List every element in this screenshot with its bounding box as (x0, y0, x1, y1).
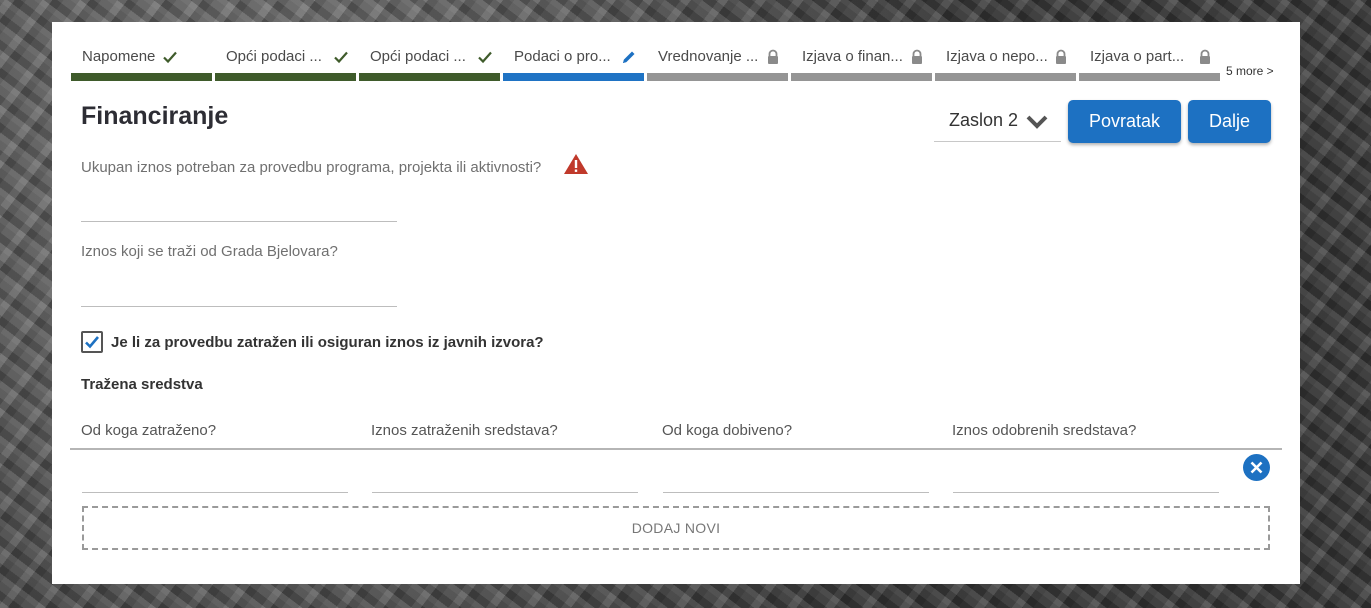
close-icon (1250, 461, 1263, 474)
step-label: Izjava o nepo... (946, 48, 1048, 65)
step-label: Opći podaci ... (226, 48, 322, 65)
wizard-stepper: Napomene Opći podaci ... Opći podaci ...… (71, 45, 1291, 85)
check-icon (478, 51, 492, 64)
step-label: Izjava o part... (1090, 48, 1185, 65)
public-sources-label: Je li za provedbu zatražen ili osiguran … (111, 334, 544, 351)
public-sources-checkbox[interactable] (81, 331, 103, 353)
requested-amount-cell-input[interactable] (372, 492, 638, 493)
warning-icon (564, 154, 588, 174)
remove-row-button[interactable] (1243, 454, 1270, 481)
step-vrednovanje[interactable]: Vrednovanje ... (647, 45, 788, 81)
step-bar (503, 73, 644, 81)
requested-amount-input[interactable] (81, 306, 397, 307)
requested-from-input[interactable] (82, 492, 348, 493)
lock-icon (1200, 49, 1210, 64)
step-napomene[interactable]: Napomene (71, 45, 212, 81)
step-opci-podaci-2[interactable]: Opći podaci ... (359, 45, 500, 81)
screen-select[interactable]: Zaslon 2 (934, 102, 1061, 142)
step-bar (647, 73, 788, 81)
lock-icon (1056, 49, 1066, 64)
step-label: Opći podaci ... (370, 48, 466, 65)
check-icon (334, 51, 348, 64)
next-button[interactable]: Dalje (1188, 100, 1271, 143)
column-header: Od koga dobiveno? (662, 422, 793, 439)
column-header: Od koga zatraženo? (81, 422, 217, 439)
step-bar (935, 73, 1076, 81)
step-label: Podaci o pro... (514, 48, 611, 65)
check-icon (163, 51, 177, 64)
column-header: Iznos zatraženih sredstava? (371, 422, 558, 439)
approved-amount-input[interactable] (953, 492, 1219, 493)
total-amount-label: Ukupan iznos potreban za provedbu progra… (81, 159, 542, 176)
step-opci-podaci-1[interactable]: Opći podaci ... (215, 45, 356, 81)
add-new-button[interactable]: DODAJ NOVI (82, 506, 1270, 550)
step-bar (215, 73, 356, 81)
check-icon (85, 336, 99, 349)
received-from-input[interactable] (663, 492, 929, 493)
chevron-down-icon (1026, 115, 1048, 129)
step-label: Vrednovanje ... (658, 48, 759, 65)
table-divider (70, 448, 1282, 450)
form-card: Napomene Opći podaci ... Opći podaci ...… (52, 22, 1300, 584)
step-podaci-o-programu[interactable]: Podaci o pro... (503, 45, 644, 81)
step-izjava-o-partnerstvu[interactable]: Izjava o part... (1079, 45, 1220, 81)
step-label: Napomene (82, 48, 156, 65)
step-label: Izjava o finan... (802, 48, 903, 65)
column-header: Iznos odobrenih sredstava? (952, 422, 1137, 439)
step-izjava-o-financiranju[interactable]: Izjava o finan... (791, 45, 932, 81)
step-bar (71, 73, 212, 81)
more-steps-link[interactable]: 5 more > (1226, 64, 1274, 78)
total-amount-input[interactable] (81, 221, 397, 222)
requested-amount-label: Iznos koji se traži od Grada Bjelovara? (81, 243, 338, 260)
page-title: Financiranje (81, 102, 229, 130)
section-title: Tražena sredstva (81, 376, 203, 393)
back-button[interactable]: Povratak (1068, 100, 1181, 143)
pencil-icon (623, 51, 635, 63)
lock-icon (768, 49, 778, 64)
step-izjava-o-nepostojanju[interactable]: Izjava o nepo... (935, 45, 1076, 81)
step-bar (1079, 73, 1220, 81)
step-bar (791, 73, 932, 81)
step-bar (359, 73, 500, 81)
screen-select-value: Zaslon 2 (949, 110, 1019, 130)
lock-icon (912, 49, 922, 64)
